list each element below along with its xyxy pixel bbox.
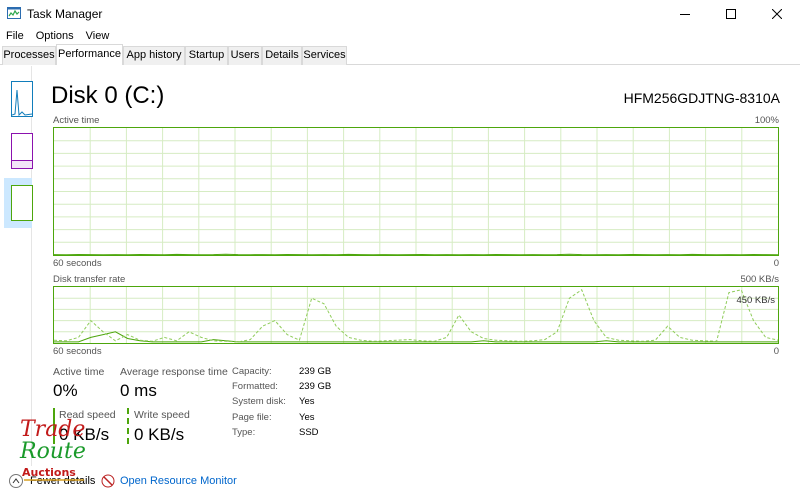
tab-performance[interactable]: Performance: [56, 44, 123, 65]
active-time-stat-value: 0%: [53, 381, 78, 400]
type-value: SSD: [299, 427, 319, 438]
avg-response-stat-value: 0 ms: [120, 381, 157, 400]
tab-bar: Processes Performance App history Startu…: [0, 44, 800, 65]
tab-processes[interactable]: Processes: [2, 46, 56, 65]
cpu-sparkline: [12, 89, 32, 116]
page-title: Disk 0 (C:): [51, 82, 165, 109]
transfer-rate-min-label: 0: [773, 346, 779, 357]
transfer-rate-chart: [53, 287, 779, 343]
maximize-button[interactable]: [708, 0, 754, 27]
tab-startup[interactable]: Startup: [185, 46, 228, 65]
write-speed-stat-label: Write speed: [134, 409, 190, 421]
svg-text:Route: Route: [19, 439, 86, 464]
footer: Fewer details Open Resource Monitor: [0, 474, 800, 496]
avg-response-stat-label: Average response time: [120, 366, 228, 378]
write-speed-stat-value: 0 KB/s: [134, 425, 185, 444]
disk-thumbnail: [11, 185, 33, 221]
transfer-rate-duration-label: 60 seconds: [53, 346, 102, 357]
close-button[interactable]: [754, 0, 800, 27]
disk-panel: Disk 0 (C:) HFM256GDJTNG-8310A Active ti…: [33, 66, 800, 476]
tab-services[interactable]: Services: [302, 46, 347, 65]
maximize-icon: [726, 8, 736, 19]
active-time-series: [53, 253, 779, 256]
disk-model: HFM256GDJTNG-8310A: [623, 90, 780, 106]
transfer-rate-secondary-label: 450 KB/s: [736, 295, 775, 306]
capacity-value: 239 GB: [299, 366, 332, 377]
type-key: Type:: [232, 427, 256, 438]
sidebar-item-cpu[interactable]: [4, 74, 33, 124]
performance-sidebar: [0, 66, 33, 466]
tab-app-history[interactable]: App history: [123, 46, 185, 65]
sidebar-item-memory[interactable]: [4, 126, 33, 176]
open-resource-monitor-link[interactable]: Open Resource Monitor: [120, 475, 237, 487]
minimize-icon: [680, 13, 690, 15]
disk-properties: Capacity: 239 GB Formatted: 239 GB Syste…: [232, 366, 372, 446]
transfer-rate-max-label: 500 KB/s: [740, 274, 779, 285]
sidebar-item-disk[interactable]: [4, 178, 33, 228]
cpu-thumbnail: [11, 81, 33, 117]
menu-file[interactable]: File: [0, 27, 30, 45]
write-speed-indicator: [127, 408, 129, 444]
active-time-duration-label: 60 seconds: [53, 258, 102, 269]
transfer-rate-graph-label: Disk transfer rate: [53, 274, 126, 285]
system-disk-value: Yes: [299, 396, 315, 407]
title-bar: Task Manager: [0, 0, 800, 27]
close-icon: [772, 8, 782, 19]
memory-thumbnail: [11, 133, 33, 169]
menu-view[interactable]: View: [80, 27, 116, 45]
active-time-graph: [53, 127, 779, 256]
menu-bar: File Options View: [0, 27, 800, 45]
page-file-key: Page file:: [232, 412, 272, 423]
capacity-key: Capacity:: [232, 366, 272, 377]
formatted-key: Formatted:: [232, 381, 278, 392]
tab-details[interactable]: Details: [262, 46, 302, 65]
watermark-logo: Trade Route Auctions: [19, 417, 86, 481]
task-manager-icon: [7, 7, 21, 19]
system-disk-key: System disk:: [232, 396, 286, 407]
active-time-graph-label: Active time: [53, 115, 100, 126]
window-title: Task Manager: [27, 7, 103, 21]
transfer-rate-graph: 450 KB/s: [53, 286, 779, 344]
active-time-chart: [53, 128, 779, 256]
active-time-min-label: 0: [773, 258, 779, 269]
svg-text:Auctions: Auctions: [22, 466, 76, 479]
page-file-value: Yes: [299, 412, 315, 423]
menu-options[interactable]: Options: [30, 27, 80, 45]
minimize-button[interactable]: [662, 0, 708, 27]
formatted-value: 239 GB: [299, 381, 332, 392]
active-time-max-label: 100%: [754, 115, 779, 126]
tab-users[interactable]: Users: [228, 46, 262, 65]
active-time-stat-label: Active time: [53, 366, 105, 378]
